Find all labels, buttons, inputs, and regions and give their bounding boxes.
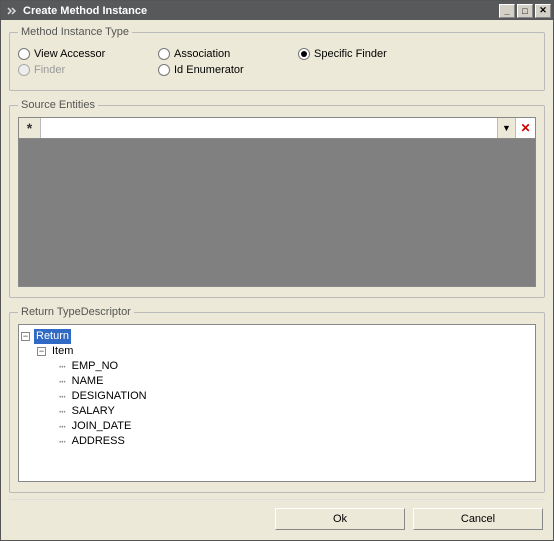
return-type-legend: Return TypeDescriptor xyxy=(18,306,134,318)
tree-branch-icon: ⋯ xyxy=(59,359,65,374)
button-bar: Ok Cancel xyxy=(9,499,545,532)
dialog-window: Create Method Instance _ □ ✕ Method Inst… xyxy=(0,0,554,541)
close-button[interactable]: ✕ xyxy=(535,4,551,18)
tree-label-field[interactable]: EMP_NO xyxy=(70,359,120,374)
radio-label: Specific Finder xyxy=(314,48,387,60)
radio-label: Id Enumerator xyxy=(174,64,244,76)
source-entities-legend: Source Entities xyxy=(18,99,98,111)
tree-branch-icon: ⋯ xyxy=(59,404,65,419)
radio-finder: Finder xyxy=(18,64,158,76)
source-entities-area: * ▼ ✕ xyxy=(18,117,536,287)
radio-specific-finder[interactable]: Specific Finder xyxy=(298,48,438,60)
collapse-icon[interactable]: − xyxy=(37,347,46,356)
radio-icon xyxy=(158,64,170,76)
tree-label-item[interactable]: Item xyxy=(50,344,75,359)
tree-node-item[interactable]: − Item xyxy=(21,344,533,359)
tree-label-field[interactable]: SALARY xyxy=(70,404,117,419)
new-row-indicator-icon: * xyxy=(19,118,41,138)
window-controls: _ □ ✕ xyxy=(497,4,551,18)
delete-icon: ✕ xyxy=(520,121,530,135)
return-type-group: Return TypeDescriptor − Return − Item ⋯ E… xyxy=(9,306,545,493)
tree-node-field[interactable]: ⋯ DESIGNATION xyxy=(21,389,533,404)
return-type-tree[interactable]: − Return − Item ⋯ EMP_NO ⋯ NAME ⋯ DESIGNATION… xyxy=(18,324,536,482)
delete-entity-button[interactable]: ✕ xyxy=(515,118,535,138)
chevron-down-icon: ▼ xyxy=(502,123,511,133)
app-icon xyxy=(5,4,19,18)
radio-icon xyxy=(18,48,30,60)
radio-id-enumerator[interactable]: Id Enumerator xyxy=(158,64,298,76)
minimize-button[interactable]: _ xyxy=(499,4,515,18)
radio-label: View Accessor xyxy=(34,48,105,60)
tree-node-return[interactable]: − Return xyxy=(21,329,533,344)
tree-branch-icon: ⋯ xyxy=(59,374,65,389)
radio-association[interactable]: Association xyxy=(158,48,298,60)
method-instance-type-group: Method Instance Type View Accessor Assoc… xyxy=(9,26,545,91)
tree-node-field[interactable]: ⋯ JOIN_DATE xyxy=(21,419,533,434)
tree-label-return[interactable]: Return xyxy=(34,329,71,344)
radio-icon xyxy=(298,48,310,60)
radio-icon xyxy=(18,64,30,76)
radio-row-1: View Accessor Association Specific Finde… xyxy=(18,48,536,60)
titlebar: Create Method Instance _ □ ✕ xyxy=(1,1,553,20)
tree-label-field[interactable]: DESIGNATION xyxy=(70,389,149,404)
source-entities-group: Source Entities * ▼ ✕ xyxy=(9,99,545,298)
cancel-button[interactable]: Cancel xyxy=(413,508,543,530)
window-title: Create Method Instance xyxy=(23,5,497,17)
source-entity-dropdown-button[interactable]: ▼ xyxy=(497,118,515,138)
tree-branch-icon: ⋯ xyxy=(59,389,65,404)
tree-node-field[interactable]: ⋯ ADDRESS xyxy=(21,434,533,449)
tree-label-field[interactable]: JOIN_DATE xyxy=(70,419,134,434)
tree-branch-icon: ⋯ xyxy=(59,419,65,434)
source-entities-body xyxy=(18,139,536,287)
radio-view-accessor[interactable]: View Accessor xyxy=(18,48,158,60)
dialog-content: Method Instance Type View Accessor Assoc… xyxy=(1,20,553,540)
tree-node-field[interactable]: ⋯ SALARY xyxy=(21,404,533,419)
tree-branch-icon: ⋯ xyxy=(59,434,65,449)
tree-label-field[interactable]: NAME xyxy=(70,374,106,389)
maximize-button[interactable]: □ xyxy=(517,4,533,18)
collapse-icon[interactable]: − xyxy=(21,332,30,341)
radio-label: Finder xyxy=(34,64,65,76)
radio-row-2: Finder Id Enumerator xyxy=(18,64,536,76)
source-entities-row: * ▼ ✕ xyxy=(18,117,536,139)
method-type-legend: Method Instance Type xyxy=(18,26,132,38)
source-entity-input[interactable] xyxy=(41,118,497,138)
tree-node-field[interactable]: ⋯ EMP_NO xyxy=(21,359,533,374)
radio-icon xyxy=(158,48,170,60)
tree-label-field[interactable]: ADDRESS xyxy=(70,434,127,449)
tree-node-field[interactable]: ⋯ NAME xyxy=(21,374,533,389)
radio-label: Association xyxy=(174,48,230,60)
ok-button[interactable]: Ok xyxy=(275,508,405,530)
